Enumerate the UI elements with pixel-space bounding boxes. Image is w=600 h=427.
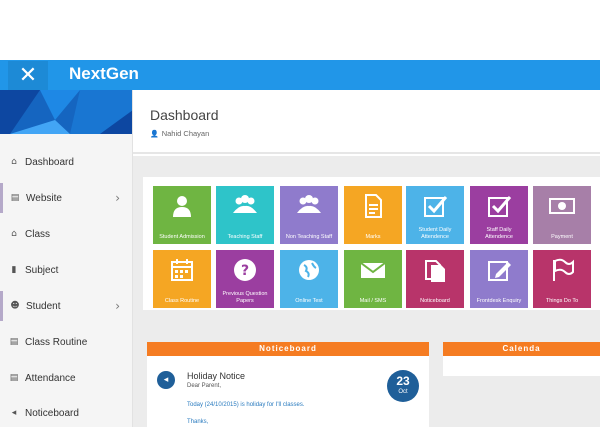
routine-icon: ▤	[9, 337, 19, 347]
calendar-title: Calenda	[502, 344, 541, 353]
tile-label: Frontdesk Enquiry	[476, 297, 522, 304]
flag-icon	[553, 258, 574, 281]
sidebar-item-student[interactable]: ☻ Student ›	[0, 291, 132, 321]
globe-icon	[299, 260, 319, 280]
sidebar: ⌂ Dashboard ▤ Website › ⌂ Class ▮ Subjec…	[0, 90, 133, 427]
tile-label: Student Daily Attendence	[418, 227, 452, 240]
class-icon: ⌂	[11, 229, 17, 239]
sidebar-item-label: Attendance	[25, 372, 76, 384]
sidebar-item-class-routine[interactable]: ▤ Class Routine	[0, 327, 132, 357]
notice-heading[interactable]: Holiday Notice	[187, 371, 245, 381]
megaphone-icon: ◂	[11, 408, 17, 418]
tile-staff-daily-attendence[interactable]: Staff Daily Attendence	[470, 186, 528, 244]
tile-label: Previous Question Papers	[222, 291, 268, 304]
tile-non-teaching-staff[interactable]: Non Teaching Staff	[280, 186, 338, 244]
sidebar-item-label: Website	[26, 192, 62, 204]
notice-day: 23	[396, 374, 410, 388]
tile-previous-question-papers[interactable]: ? Previous Question Papers	[216, 250, 274, 308]
student-icon	[173, 196, 191, 217]
website-icon: ▤	[10, 193, 20, 203]
sidebar-item-noticeboard[interactable]: ◂ Noticeboard	[0, 398, 132, 427]
page-title: Dashboard	[150, 107, 219, 123]
tile-label: Non Teaching Staff	[285, 233, 333, 240]
tile-label: Class Routine	[164, 297, 200, 304]
noticeboard-title: Noticeboard	[259, 344, 317, 353]
tile-frontdesk-enquiry[interactable]: Frontdesk Enquiry	[470, 250, 528, 308]
sidebar-item-attendance[interactable]: ▤ Attendance	[0, 363, 132, 393]
user-icon: 👤	[150, 129, 159, 138]
tile-class-routine[interactable]: Class Routine	[153, 250, 211, 308]
calendar-icon	[171, 259, 193, 281]
question-icon: ?	[234, 259, 256, 281]
chevron-right-icon: ›	[115, 299, 120, 313]
mail-icon	[360, 262, 386, 278]
files-icon	[425, 260, 445, 282]
staff-icon	[233, 195, 257, 213]
user-name: Nahid Chayan	[161, 129, 210, 138]
sidebar-item-label: Class	[25, 228, 51, 240]
sidebar-item-label: Class Routine	[25, 336, 88, 348]
users-icon: ☻	[10, 301, 20, 311]
sidebar-item-class[interactable]: ⌂ Class	[0, 219, 132, 249]
tile-label: Things Do To	[545, 297, 579, 304]
top-whitespace	[0, 0, 600, 60]
notice-date-badge: 23 Oct	[387, 370, 419, 402]
sidebar-item-website[interactable]: ▤ Website ›	[0, 183, 132, 213]
staff-group-icon	[297, 195, 321, 213]
money-icon	[549, 198, 575, 214]
sidebar-item-dashboard[interactable]: ⌂ Dashboard	[0, 147, 132, 177]
tile-label: Staff Daily Attendence	[485, 227, 513, 240]
tile-label: Student Admission	[159, 233, 205, 240]
home-icon: ⌂	[11, 157, 17, 167]
tile-label: Mail / SMS	[359, 297, 387, 304]
sidebar-item-label: Student	[26, 300, 61, 312]
checkbox-icon	[488, 196, 512, 217]
close-menu-button[interactable]: ✕	[8, 61, 48, 90]
notice-thanks: Thanks,	[187, 419, 209, 425]
edit-icon	[488, 261, 511, 281]
notice-month: Oct	[398, 389, 408, 395]
brand-logo: NextGen	[69, 64, 139, 83]
megaphone-icon: ◂	[157, 371, 175, 389]
tile-online-test[interactable]: Online Test	[280, 250, 338, 308]
tile-things-do-to[interactable]: Things Do To	[533, 250, 591, 308]
sidebar-banner	[0, 90, 132, 134]
checkbox-icon	[424, 196, 448, 217]
document-icon	[365, 194, 382, 218]
tile-student-admission[interactable]: Student Admission	[153, 186, 211, 244]
notice-body: Today (24/10/2015) is holiday for I'll c…	[187, 402, 305, 408]
tile-payment[interactable]: Payment	[533, 186, 591, 244]
sidebar-item-label: Noticeboard	[25, 407, 79, 419]
sidebar-item-label: Subject	[25, 264, 59, 276]
tile-label: Teaching Staff	[227, 233, 263, 240]
notice-greeting: Dear Parent,	[187, 383, 222, 389]
tile-student-daily-attendence[interactable]: Student Daily Attendence	[406, 186, 464, 244]
tile-label: Marks	[365, 233, 381, 240]
sidebar-item-subject[interactable]: ▮ Subject	[0, 255, 132, 285]
tile-label: Noticeboard	[420, 297, 450, 304]
attendance-icon: ▤	[9, 373, 19, 383]
tile-marks[interactable]: Marks	[344, 186, 402, 244]
svg-text:?: ?	[241, 263, 249, 279]
tile-noticeboard[interactable]: Noticeboard	[406, 250, 464, 308]
tile-label: Online Test	[295, 297, 323, 304]
user-info: 👤 Nahid Chayan	[150, 129, 209, 138]
tile-teaching-staff[interactable]: Teaching Staff	[216, 186, 274, 244]
tile-label: Payment	[551, 233, 573, 240]
book-icon: ▮	[11, 265, 17, 275]
tile-mail-sms[interactable]: Mail / SMS	[344, 250, 402, 308]
sidebar-item-label: Dashboard	[25, 156, 74, 168]
chevron-right-icon: ›	[115, 191, 120, 205]
